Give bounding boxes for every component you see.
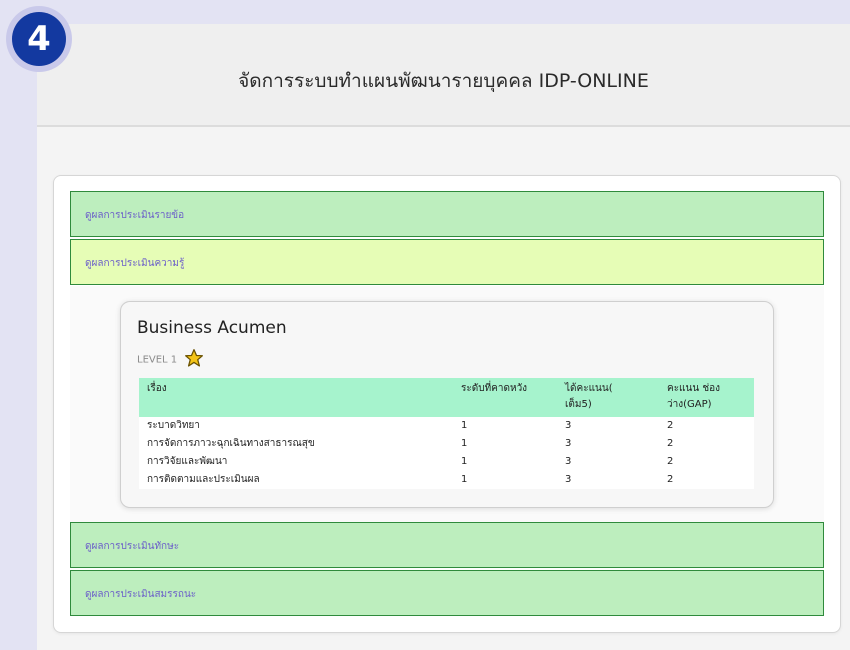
cell-score: 3 xyxy=(557,435,659,453)
table-header-row: เรื่อง ระดับที่คาดหวัง ได้คะแนน( เต็ม5) … xyxy=(139,378,754,417)
level-row: LEVEL 1 xyxy=(137,348,204,370)
cell-gap: 2 xyxy=(659,453,754,471)
results-card: ดูผลการประเมินรายข้อ ดูผลการประเมินความร… xyxy=(53,175,841,633)
knowledge-detail-area: Business Acumen LEVEL 1 เรื่อง ระดับที่ค… xyxy=(70,286,824,522)
competency-title: Business Acumen xyxy=(137,318,287,338)
cell-gap: 2 xyxy=(659,471,754,489)
cell-score: 3 xyxy=(557,471,659,489)
cell-score: 3 xyxy=(557,453,659,471)
col-header-topic: เรื่อง xyxy=(139,378,453,417)
app-screen: จัดการระบบทำแผนพัฒนารายบุคคล IDP-ONLINE … xyxy=(37,24,850,650)
table-row: ระบาดวิทยา 1 3 2 xyxy=(139,417,754,435)
cell-gap: 2 xyxy=(659,435,754,453)
cell-expected: 1 xyxy=(453,453,557,471)
section-item-knowledge-label: ดูผลการประเมินความรู้ xyxy=(85,258,185,269)
table-row: การจัดการภาวะฉุกเฉินทางสาธารณสุข 1 3 2 xyxy=(139,435,754,453)
cell-expected: 1 xyxy=(453,471,557,489)
cell-topic: ระบาดวิทยา xyxy=(139,417,453,435)
step-number: 4 xyxy=(12,12,66,66)
col-header-expected: ระดับที่คาดหวัง xyxy=(453,378,557,417)
col-header-topic-label: เรื่อง xyxy=(147,383,167,394)
section-item-skills-label: ดูผลการประเมินทักษะ xyxy=(85,541,180,552)
col-header-expected-label: ระดับที่คาดหวัง xyxy=(461,383,528,394)
cell-expected: 1 xyxy=(453,435,557,453)
competency-card: Business Acumen LEVEL 1 เรื่อง ระดับที่ค… xyxy=(120,301,774,508)
col-header-gap-label: คะแนน ช่อง ว่าง(GAP) xyxy=(667,383,721,410)
section-item-results-label: ดูผลการประเมินรายข้อ xyxy=(85,210,185,221)
table-row: การติดตามและประเมินผล 1 3 2 xyxy=(139,471,754,489)
col-header-score-label: ได้คะแนน( เต็ม5) xyxy=(565,383,613,410)
section-item-results[interactable]: ดูผลการประเมินรายข้อ xyxy=(70,191,824,237)
cell-topic: การจัดการภาวะฉุกเฉินทางสาธารณสุข xyxy=(139,435,453,453)
section-item-skills[interactable]: ดูผลการประเมินทักษะ xyxy=(70,522,824,568)
section-item-knowledge[interactable]: ดูผลการประเมินความรู้ xyxy=(70,239,824,285)
cell-topic: การวิจัยและพัฒนา xyxy=(139,453,453,471)
cell-expected: 1 xyxy=(453,417,557,435)
score-table: เรื่อง ระดับที่คาดหวัง ได้คะแนน( เต็ม5) … xyxy=(139,378,754,489)
cell-topic: การติดตามและประเมินผล xyxy=(139,471,453,489)
star-icon xyxy=(184,348,204,372)
cell-score: 3 xyxy=(557,417,659,435)
app-header: จัดการระบบทำแผนพัฒนารายบุคคล IDP-ONLINE xyxy=(37,24,850,127)
section-item-competency-label: ดูผลการประเมินสมรรถนะ xyxy=(85,589,197,600)
step-badge: 4 xyxy=(6,6,72,72)
section-item-competency[interactable]: ดูผลการประเมินสมรรถนะ xyxy=(70,570,824,616)
level-label: LEVEL 1 xyxy=(137,354,178,366)
cell-gap: 2 xyxy=(659,417,754,435)
page-title: จัดการระบบทำแผนพัฒนารายบุคคล IDP-ONLINE xyxy=(238,70,649,92)
table-row: การวิจัยและพัฒนา 1 3 2 xyxy=(139,453,754,471)
col-header-score: ได้คะแนน( เต็ม5) xyxy=(557,378,659,417)
col-header-gap: คะแนน ช่อง ว่าง(GAP) xyxy=(659,378,754,417)
